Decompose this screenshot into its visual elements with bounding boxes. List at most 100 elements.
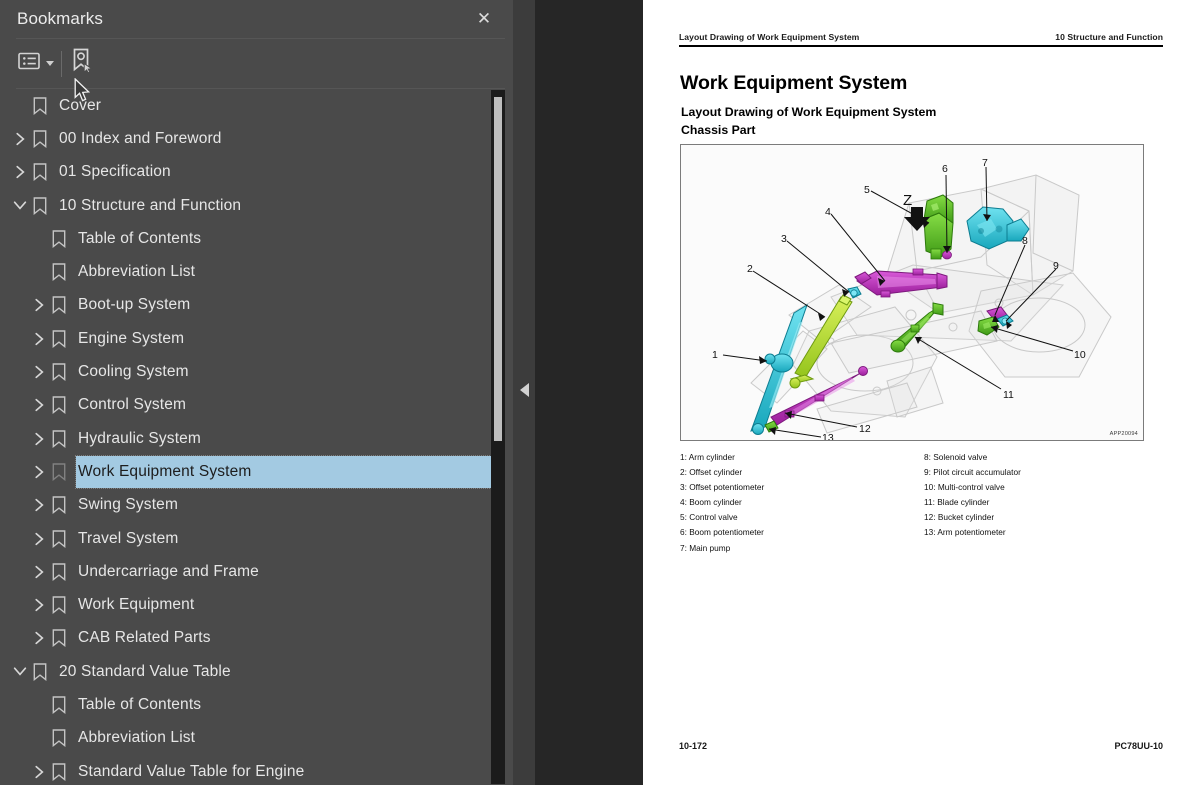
legend-item: 1: Arm cylinder: [680, 452, 735, 462]
bookmark-icon: [52, 696, 66, 715]
legend-item: 4: Boom cylinder: [680, 497, 742, 508]
bookmark-row[interactable]: Boot-up System: [0, 289, 513, 322]
chevron-right-icon[interactable]: [31, 564, 47, 580]
bookmark-icon: [33, 662, 47, 681]
chevron-right-icon[interactable]: [31, 764, 47, 780]
bookmark-row[interactable]: Swing System: [0, 489, 513, 522]
svg-text:10: 10: [1074, 349, 1086, 361]
bookmark-row[interactable]: Hydraulic System: [0, 422, 513, 455]
bookmark-label: Work Equipment: [78, 596, 195, 614]
legend-item: 2: Offset cylinder: [680, 467, 743, 478]
chevron-right-icon[interactable]: [12, 131, 28, 147]
bookmark-icon: [52, 230, 66, 248]
bookmark-row[interactable]: Travel System: [0, 522, 513, 555]
svg-text:12: 12: [859, 423, 871, 435]
bookmark-row[interactable]: 20 Standard Value Table: [0, 655, 513, 688]
bookmark-label: 00 Index and Foreword: [59, 129, 222, 147]
bookmark-icon: [52, 429, 66, 448]
bookmark-icon: [33, 196, 47, 215]
chevron-right-icon[interactable]: [31, 297, 47, 313]
bookmark-icon: [52, 463, 66, 481]
bookmark-row[interactable]: 01 Specification: [0, 156, 513, 189]
svg-text:5: 5: [864, 184, 870, 196]
legend-column-right: 8: Solenoid valve 9: Pilot circuit accumu…: [924, 450, 1144, 556]
page-subtitle-line2: Chassis Part: [681, 122, 756, 137]
header-rule: [679, 45, 1163, 47]
bookmark-icon: [52, 563, 66, 581]
legend-item: 12: Bucket cylinder: [924, 512, 995, 523]
bookmarks-scrollbar-thumb[interactable]: [494, 97, 502, 441]
chevron-right-icon[interactable]: [31, 364, 47, 380]
bookmark-label: 10 Structure and Function: [59, 196, 242, 214]
bookmark-row[interactable]: Undercarriage and Frame: [0, 555, 513, 588]
add-bookmark-icon: [70, 48, 94, 79]
header-right-text: 10 Structure and Function: [1055, 32, 1163, 42]
bookmark-label: Table of Contents: [78, 695, 202, 713]
bookmark-label: 20 Standard Value Table: [59, 662, 231, 680]
bookmark-row[interactable]: Standard Value Table for Engine: [0, 755, 513, 785]
bookmark-row[interactable]: Engine System: [0, 322, 513, 355]
bookmark-icon: [52, 363, 66, 382]
page-subtitle: Layout Drawing of Work Equipment System …: [681, 104, 936, 139]
chevron-down-icon[interactable]: [12, 664, 28, 680]
chevron-right-icon[interactable]: [31, 464, 47, 480]
legend-item: 11: Blade cylinder: [924, 497, 990, 508]
bookmark-label: Undercarriage and Frame: [78, 562, 259, 580]
panel-title: Bookmarks: [17, 9, 103, 28]
footer-model-code: PC78UU-10: [1114, 741, 1163, 751]
bookmarks-tree[interactable]: Cover 00 Index and Foreword 01 Specificati…: [0, 89, 513, 785]
bookmark-row[interactable]: Table of Contents: [0, 688, 513, 721]
legend-item: 7: Main pump: [680, 542, 731, 553]
bookmark-row[interactable]: 10 Structure and Function: [0, 189, 513, 222]
chevron-right-icon[interactable]: [31, 630, 47, 646]
bookmarks-panel-header: Bookmarks ✕: [0, 0, 513, 38]
chevron-right-icon[interactable]: [31, 531, 47, 547]
chevron-right-icon[interactable]: [31, 397, 47, 413]
panel-collapse-handle[interactable]: [513, 0, 535, 785]
bookmark-label: 01 Specification: [59, 163, 171, 181]
bookmark-label: Engine System: [78, 329, 185, 347]
list-options-button[interactable]: [18, 49, 54, 77]
bookmark-row[interactable]: Control System: [0, 389, 513, 422]
bookmark-row[interactable]: Work Equipment: [0, 588, 513, 621]
bookmark-label: Table of Contents: [78, 229, 202, 247]
bookmark-icon: [52, 596, 66, 615]
bookmark-row[interactable]: Abbreviation List: [0, 255, 513, 288]
legend-item: 6: Boom potentiometer: [680, 527, 764, 538]
bookmark-row[interactable]: Cover: [0, 89, 513, 122]
bookmark-label: CAB Related Parts: [78, 629, 211, 647]
chevron-right-icon[interactable]: [31, 431, 47, 447]
legend-item: 8: Solenoid valve: [924, 452, 988, 462]
chevron-left-icon: [520, 383, 529, 397]
footer-page-number: 10-172: [679, 741, 708, 751]
bookmark-label: Travel System: [78, 529, 179, 547]
bookmarks-panel: Bookmarks ✕ Cover 00 Index and Foreword …: [0, 0, 513, 785]
bookmark-label: Work Equipment System: [78, 462, 252, 480]
list-options-icon: [18, 52, 40, 75]
bookmark-row[interactable]: CAB Related Parts: [0, 622, 513, 655]
chevron-right-icon[interactable]: [31, 331, 47, 347]
bookmark-icon: [33, 130, 47, 148]
bookmark-row[interactable]: Table of Contents: [0, 222, 513, 255]
svg-text:8: 8: [1022, 235, 1028, 247]
legend-item: 9: Pilot circuit accumulator: [924, 467, 1021, 478]
chevron-right-icon[interactable]: [31, 497, 47, 513]
bookmark-row-selected[interactable]: Work Equipment System: [0, 455, 513, 489]
bookmark-label: Cooling System: [78, 363, 189, 381]
bookmark-row[interactable]: Abbreviation List: [0, 722, 513, 755]
svg-text:3: 3: [781, 233, 787, 245]
document-page: Layout Drawing of Work Equipment System …: [643, 0, 1200, 785]
bookmark-label: Swing System: [78, 496, 178, 514]
figure-legend: 1: Arm cylinder 2: Offset cylinder 3: Offs…: [680, 450, 1144, 556]
chevron-right-icon[interactable]: [31, 597, 47, 613]
add-bookmark-button[interactable]: [70, 48, 94, 78]
bookmark-label: Hydraulic System: [78, 429, 201, 447]
close-icon[interactable]: ✕: [472, 8, 496, 30]
chevron-right-icon[interactable]: [12, 164, 28, 180]
bookmark-icon: [52, 296, 66, 315]
bookmark-row[interactable]: 00 Index and Foreword: [0, 122, 513, 155]
chevron-down-icon[interactable]: [12, 198, 28, 214]
bookmark-row[interactable]: Cooling System: [0, 355, 513, 388]
figure-code: APP20094: [1109, 431, 1138, 437]
pdf-viewer-window: Bookmarks ✕ Cover 00 Index and Foreword …: [0, 0, 1200, 785]
